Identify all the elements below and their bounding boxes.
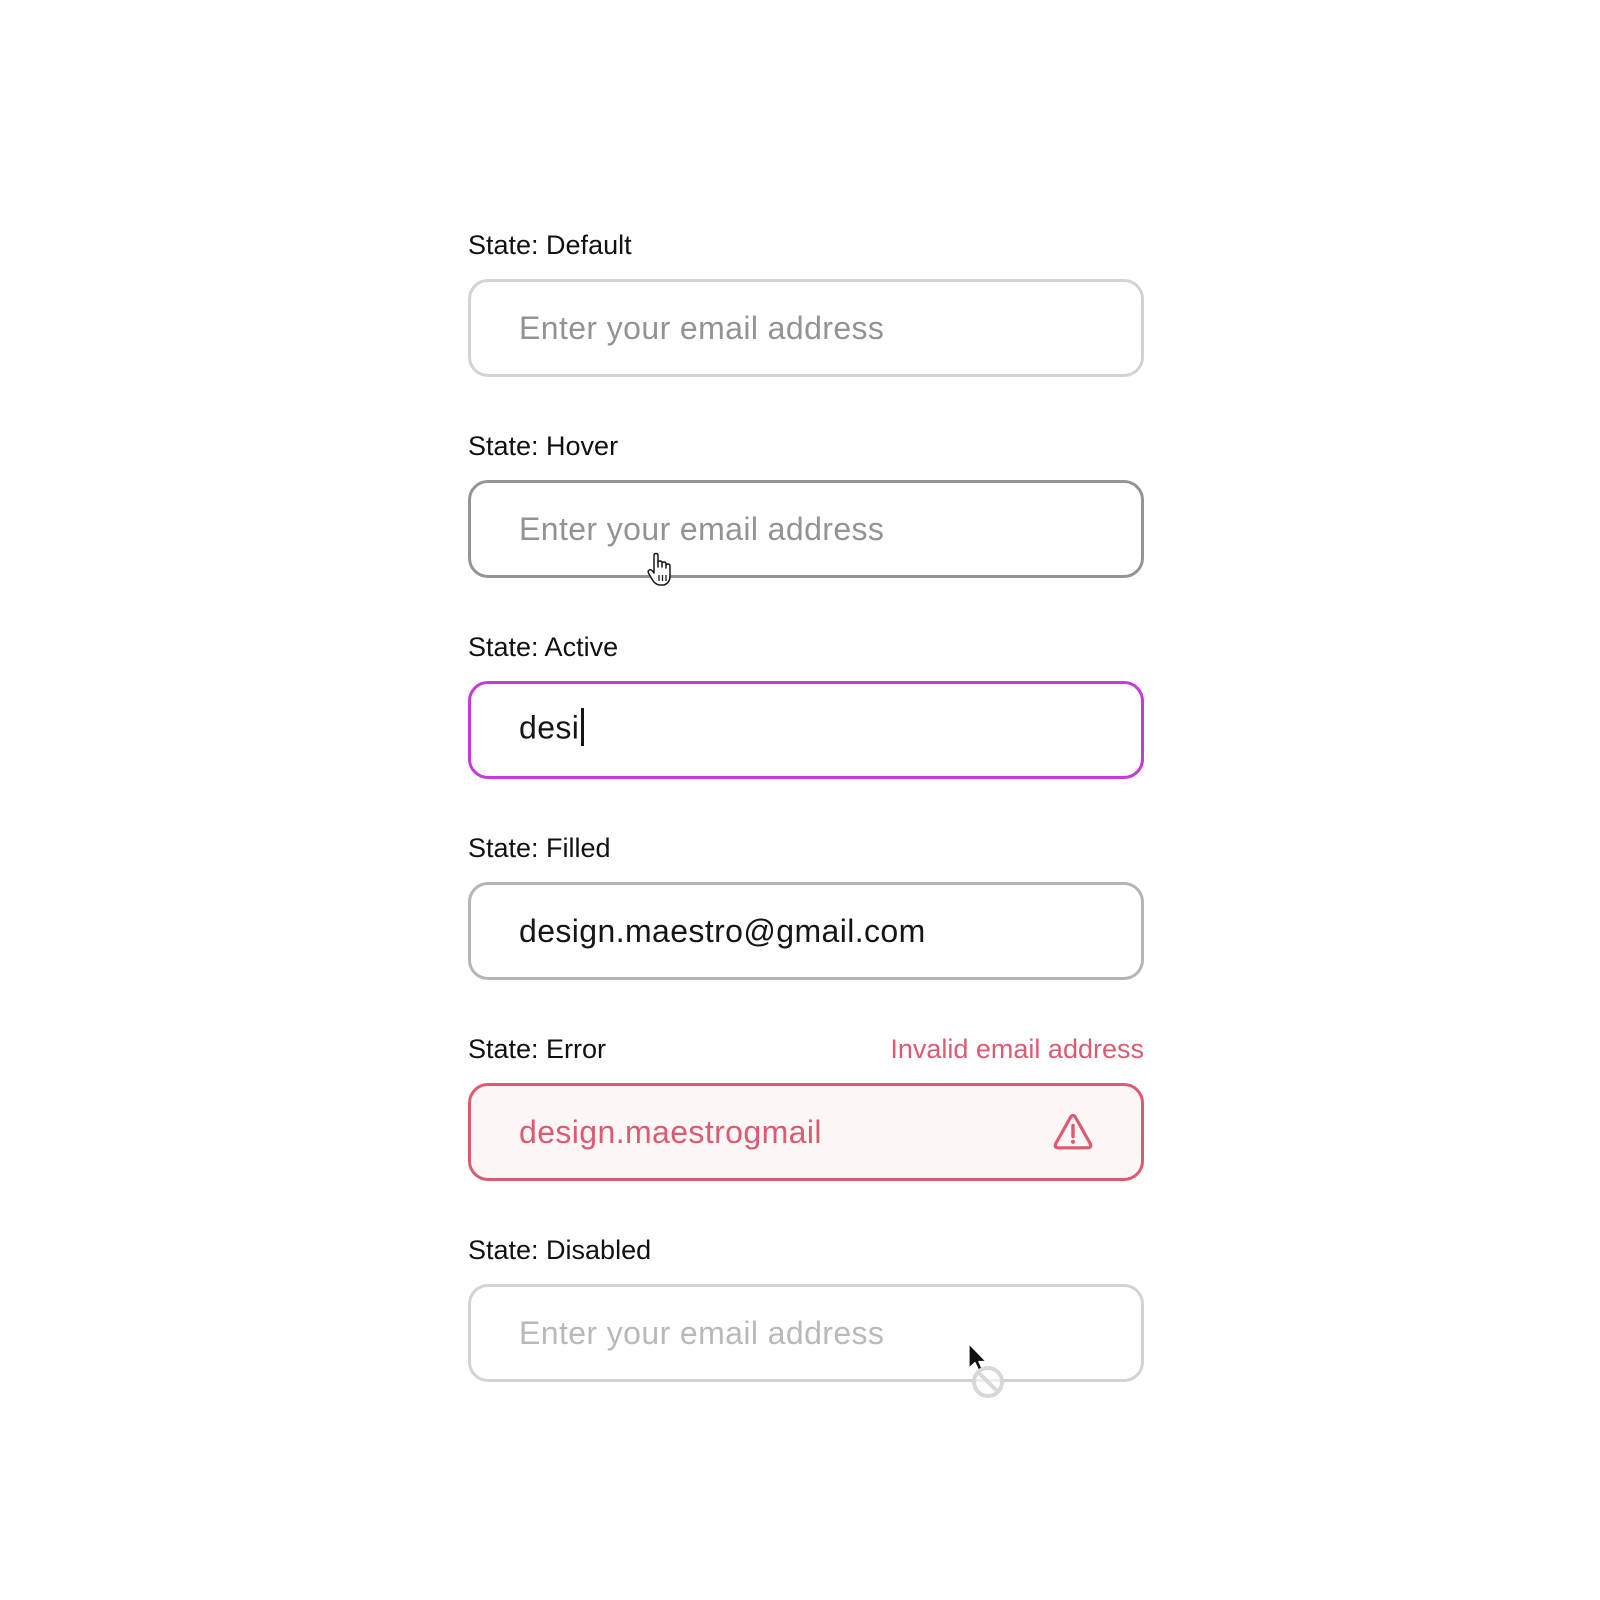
state-hover-label: State: Hover	[468, 431, 619, 461]
text-caret	[581, 708, 584, 746]
state-filled-label: State: Filled	[468, 833, 611, 863]
error-message: Invalid email address	[890, 1034, 1144, 1064]
email-field-active-content: desi	[519, 708, 584, 749]
state-active-label: State: Active	[468, 632, 619, 662]
state-error-label: State: Error	[468, 1034, 607, 1064]
email-field-default-placeholder: Enter your email address	[519, 310, 885, 346]
input-states-showcase: { "placeholder": "Enter your email addre…	[0, 0, 1600, 1600]
email-field-active[interactable]: desi	[468, 681, 1144, 779]
email-field-active-value: desi	[519, 709, 580, 746]
email-field-hover-placeholder: Enter your email address	[519, 511, 885, 547]
not-allowed-cursor-icon	[968, 1343, 1004, 1398]
hand-pointer-icon	[647, 552, 671, 586]
state-default-label: State: Default	[468, 230, 632, 260]
email-field-hover[interactable]: Enter your email address	[468, 480, 1144, 578]
email-field-disabled: Enter your email address	[468, 1284, 1144, 1382]
email-field-error-value: design.maestrogmail	[519, 1114, 822, 1150]
state-disabled-label: State: Disabled	[468, 1235, 652, 1265]
email-field-filled-value: design.maestro@gmail.com	[519, 913, 926, 949]
email-field-default[interactable]: Enter your email address	[468, 279, 1144, 377]
warning-triangle-icon	[1053, 1113, 1093, 1150]
email-field-error[interactable]: design.maestrogmail	[468, 1083, 1144, 1181]
email-field-filled[interactable]: design.maestro@gmail.com	[468, 882, 1144, 980]
email-field-disabled-placeholder: Enter your email address	[519, 1315, 885, 1351]
